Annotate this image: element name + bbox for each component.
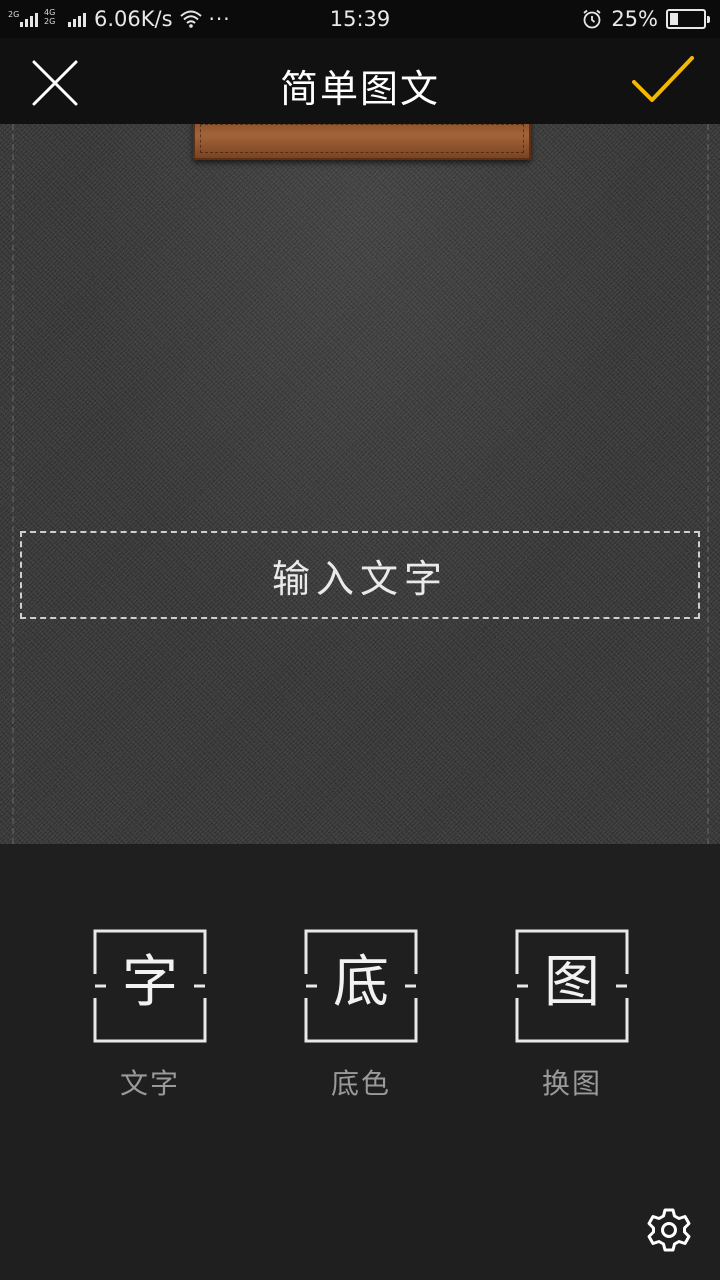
image-tool-icon: 图 <box>514 928 630 1044</box>
stitch-right <box>707 124 710 844</box>
gear-icon[interactable] <box>645 1206 693 1254</box>
text-placeholder: 输入文字 <box>271 556 448 601</box>
alarm-icon <box>583 9 601 29</box>
stitch-left <box>12 124 15 844</box>
change-image-button[interactable]: 图 换图 <box>514 928 630 1102</box>
status-bar: 2G 4G 2G 6.06K/s ··· 15:39 25% <box>0 0 720 38</box>
text-tool-label: 文字 <box>119 1067 180 1100</box>
status-right: 25% <box>581 7 710 31</box>
signal-icon: 2G <box>8 8 38 30</box>
status-left: 2G 4G 2G 6.06K/s ··· <box>8 7 231 31</box>
page-title: 简单图文 <box>279 67 440 111</box>
battery-icon <box>666 9 710 29</box>
checkmark-icon[interactable] <box>630 52 696 108</box>
sim2-tag-bottom: 2G <box>44 17 56 26</box>
sim1-tag: 2G <box>8 10 20 19</box>
background-tool-label: 底色 <box>330 1067 391 1100</box>
wifi-icon <box>179 10 202 28</box>
leather-tag <box>193 124 531 160</box>
battery-percent: 25% <box>611 7 658 31</box>
text-tool-glyph: 字 <box>122 950 178 1015</box>
text-tool-button[interactable]: 字 文字 <box>92 928 208 1102</box>
network-speed: 6.06K/s <box>94 7 173 31</box>
tool-panel: 字 文字 底 底色 图 换图 <box>0 844 720 1280</box>
text-input-box[interactable]: 输入文字 <box>20 531 700 619</box>
battery-level <box>670 13 678 25</box>
sim2-tag-top: 4G <box>44 8 56 17</box>
text-tool-icon: 字 <box>92 928 208 1044</box>
image-tool-glyph: 图 <box>544 950 600 1015</box>
preview-canvas[interactable]: 输入文字 <box>0 124 720 844</box>
signal-icon: 4G 2G <box>44 8 86 30</box>
image-tool-label: 换图 <box>541 1067 602 1100</box>
denim-texture <box>0 124 720 844</box>
more-indicator: ··· <box>208 7 231 31</box>
background-tool-icon: 底 <box>303 928 419 1044</box>
background-color-button[interactable]: 底 底色 <box>303 928 419 1102</box>
background-tool-glyph: 底 <box>333 950 389 1015</box>
title-bar: 简单图文 <box>0 38 720 124</box>
